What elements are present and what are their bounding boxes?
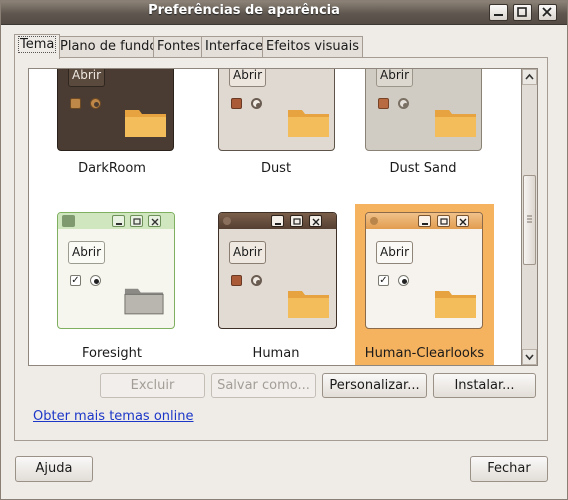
tab-label: Efeitos visuais <box>266 39 360 54</box>
theme-item-foresight[interactable]: Abrir ✓ Foresight <box>52 206 175 361</box>
scroll-down-button[interactable] <box>522 349 537 365</box>
theme-name: Dust Sand <box>389 161 457 176</box>
minimize-icon <box>418 215 431 227</box>
scroll-up-button[interactable] <box>522 69 537 85</box>
theme-preview: Abrir <box>218 212 337 329</box>
tab-label: Interface <box>205 39 264 54</box>
preview-checkbox: ✓ <box>378 275 389 286</box>
window-title: Preferências de aparência <box>148 3 340 18</box>
folder-icon <box>435 291 476 318</box>
more-themes-link[interactable]: Obter mais temas online <box>33 409 194 424</box>
theme-preview: Abrir <box>57 69 174 151</box>
chevron-down-icon <box>525 354 534 361</box>
folder-icon <box>124 288 164 315</box>
tab-efeitos-visuais[interactable]: Efeitos visuais <box>262 36 364 58</box>
theme-name: Foresight <box>82 346 142 361</box>
tab-label: Plano de fundo <box>60 39 158 54</box>
preview-titlebar <box>219 213 336 229</box>
minimize-button[interactable] <box>489 4 508 21</box>
maximize-icon <box>437 215 450 227</box>
theme-item-darkroom[interactable]: Abrir DarkRoom <box>52 69 174 191</box>
preview-open-button: Abrir <box>376 241 413 264</box>
preview-checkbox: ✓ <box>70 275 81 286</box>
tab-label: Fontes <box>157 39 201 54</box>
theme-item-dust[interactable]: Abrir Dust <box>216 69 336 191</box>
window-menu-icon <box>370 217 378 225</box>
theme-item-dust-sand[interactable]: Abrir Dust Sand <box>363 69 483 191</box>
preview-radio <box>251 275 262 286</box>
preview-radio <box>398 98 409 109</box>
appearance-preferences-window: Preferências de aparência Tema Plano de … <box>0 0 568 500</box>
theme-item-human[interactable]: Abrir Human <box>216 206 337 361</box>
customize-button[interactable]: Personalizar... <box>322 373 427 398</box>
preview-checkbox <box>231 98 242 109</box>
close-icon <box>542 7 552 17</box>
window-menu-icon <box>62 215 75 227</box>
tab-interface[interactable]: Interface <box>201 36 268 58</box>
theme-item-human-clearlooks[interactable]: Abrir ✓ Human-Clearlooks <box>355 204 494 365</box>
grip-icon <box>527 215 532 223</box>
minimize-icon <box>271 215 284 227</box>
minimize-icon <box>494 14 503 16</box>
folder-icon <box>125 110 166 137</box>
tab-fontes[interactable]: Fontes <box>153 36 205 58</box>
theme-name: Dust <box>260 161 292 176</box>
maximize-button[interactable] <box>513 4 532 21</box>
delete-theme-button[interactable]: Excluir <box>100 373 205 398</box>
install-button[interactable]: Instalar... <box>433 373 536 398</box>
theme-name: Human <box>252 346 300 361</box>
preview-radio <box>90 275 101 286</box>
theme-preview: Abrir ✓ <box>57 212 175 329</box>
preview-radio <box>90 98 101 109</box>
preview-radio <box>251 98 262 109</box>
folder-icon <box>288 291 329 318</box>
maximize-icon <box>290 215 303 227</box>
preview-open-button: Abrir <box>229 241 266 264</box>
preview-checkbox <box>231 275 242 286</box>
maximize-icon <box>130 215 143 227</box>
preview-open-button: Abrir <box>229 69 266 87</box>
folder-icon <box>435 110 476 137</box>
minimize-icon <box>112 215 125 227</box>
close-icon <box>148 215 161 227</box>
maximize-icon <box>517 7 527 17</box>
help-button[interactable]: Ajuda <box>15 456 93 482</box>
save-as-button[interactable]: Salvar como... <box>211 373 316 398</box>
close-button[interactable]: Fechar <box>470 456 548 482</box>
theme-name: Human-Clearlooks <box>364 346 485 361</box>
theme-preview: Abrir ✓ <box>365 212 483 329</box>
preview-titlebar <box>366 213 482 229</box>
close-icon <box>309 215 322 227</box>
preview-open-button: Abrir <box>68 241 105 264</box>
preview-checkbox <box>70 98 81 109</box>
theme-preview: Abrir <box>218 69 335 151</box>
theme-name: DarkRoom <box>78 161 146 176</box>
theme-grid-scrollbar[interactable] <box>522 68 538 366</box>
tab-label: Tema <box>18 36 57 53</box>
scroll-thumb[interactable] <box>523 175 536 265</box>
preview-open-button: Abrir <box>376 69 413 87</box>
chevron-up-icon <box>525 73 534 80</box>
theme-tab-panel: Abrir DarkRoom Abrir Dust Abrir Dust San… <box>14 57 548 441</box>
preview-open-button: Abrir <box>68 69 105 87</box>
preview-checkbox <box>378 98 389 109</box>
close-icon <box>456 215 469 227</box>
preview-radio <box>398 275 409 286</box>
tab-tema[interactable]: Tema <box>14 34 61 59</box>
preview-titlebar <box>58 213 174 229</box>
title-bar[interactable]: Preferências de aparência <box>1 1 567 25</box>
tab-plano-de-fundo[interactable]: Plano de fundo <box>56 36 162 58</box>
close-window-button[interactable] <box>538 4 557 21</box>
theme-grid: Abrir DarkRoom Abrir Dust Abrir Dust San… <box>28 68 522 366</box>
window-menu-icon <box>223 217 231 225</box>
theme-preview: Abrir <box>365 69 482 151</box>
folder-icon <box>288 110 329 137</box>
